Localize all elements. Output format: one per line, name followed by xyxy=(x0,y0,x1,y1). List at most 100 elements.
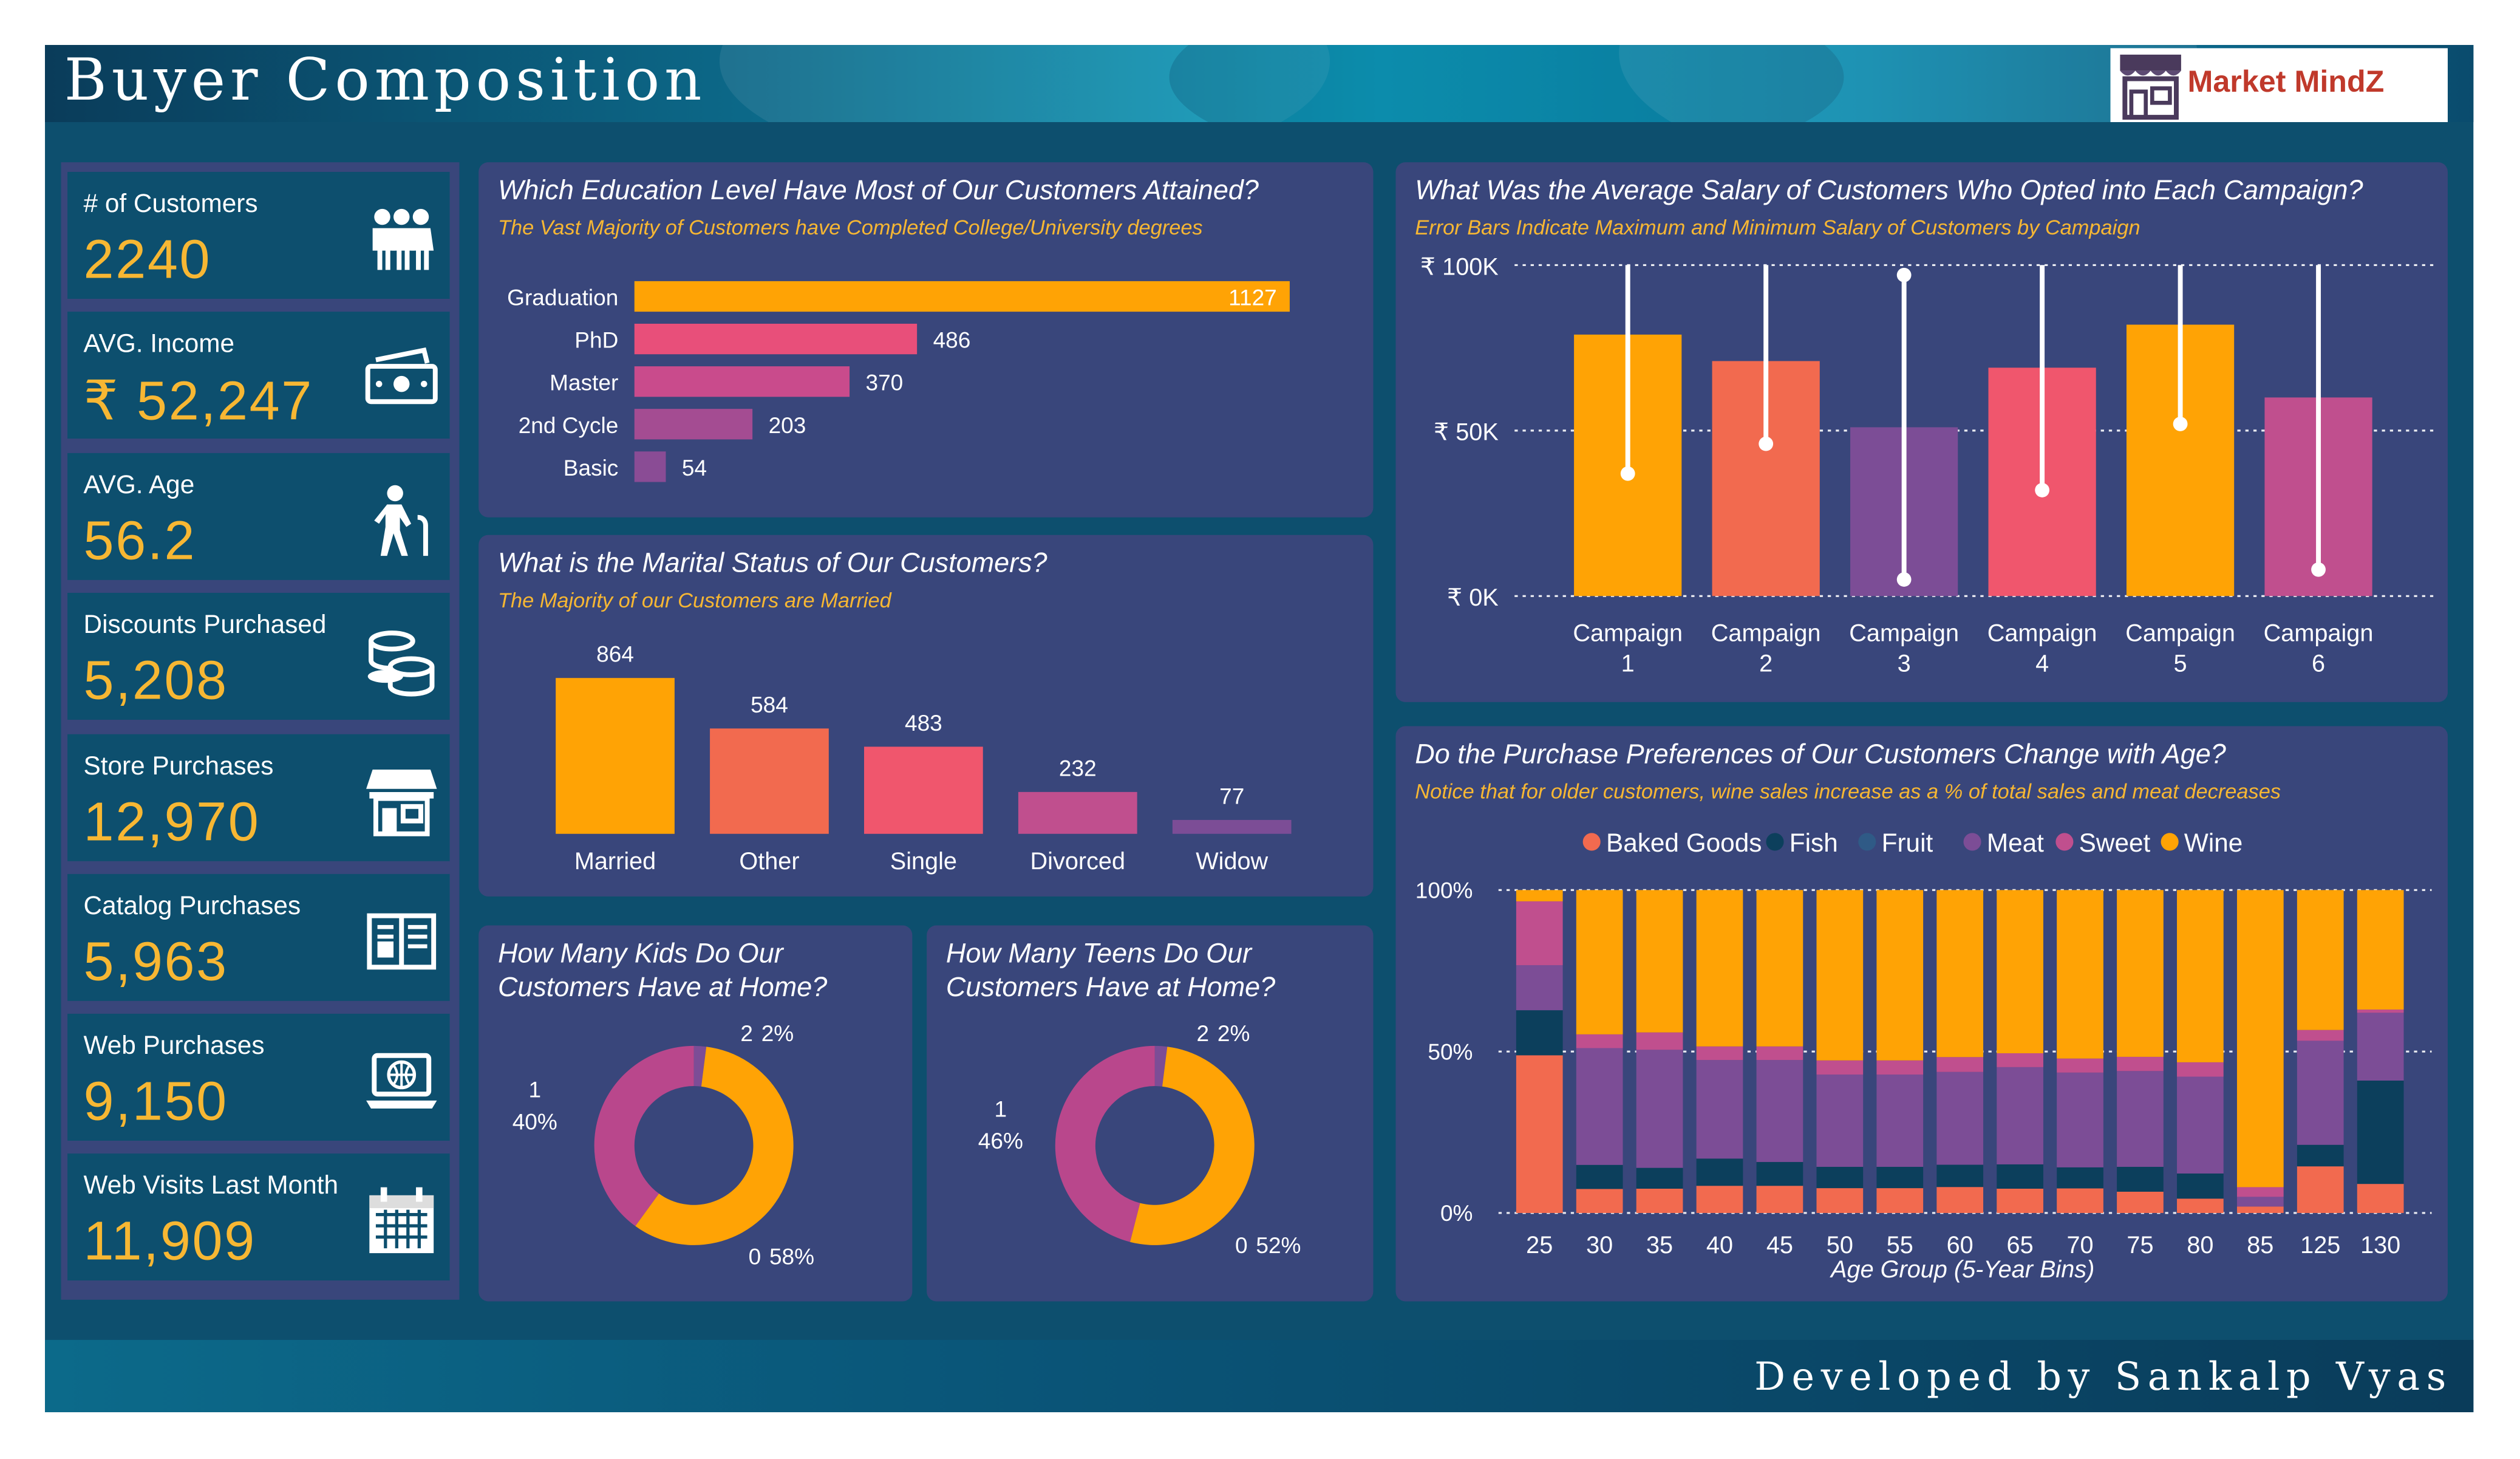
age-category-label: 65 xyxy=(2007,1232,2034,1259)
legend-label: Sweet xyxy=(2079,829,2151,857)
age-stack-segment xyxy=(1756,1162,1803,1186)
age-category-label: 40 xyxy=(1706,1232,1733,1259)
legend-label: Baked Goods xyxy=(1606,829,1762,857)
marital-chart: 864 Married 584 Other 483 Single 232 Divorced 77… xyxy=(556,641,1292,875)
age-stack-segment xyxy=(1997,1067,2043,1164)
kpi-value: 5,963 xyxy=(83,932,228,993)
laptop-globe-icon xyxy=(363,1043,440,1120)
education-category-label: 2nd Cycle xyxy=(519,412,619,438)
marital-value-label: 77 xyxy=(1219,783,1244,808)
age-stack-segment xyxy=(2357,1184,2404,1213)
donut-category-label: 2 xyxy=(1197,1020,1210,1046)
kpi-card: Web Purchases 9,150 xyxy=(67,1013,450,1141)
education-category-label: Master xyxy=(550,370,618,395)
kpi-label: Web Purchases xyxy=(83,1033,265,1061)
page-title: Buyer Composition xyxy=(64,48,707,114)
education-bar xyxy=(634,409,753,440)
calendar-icon xyxy=(363,1183,440,1260)
age-stack-segment xyxy=(1636,1032,1683,1050)
logo: Market MindZ xyxy=(2110,48,2448,123)
age-stack-segment xyxy=(1756,890,1803,1047)
kpi-card: AVG. Income ₹ 52,247 xyxy=(67,312,450,439)
education-category-label: Graduation xyxy=(507,285,618,310)
age-tick-label: 0% xyxy=(1440,1200,1473,1226)
age-stack-segment xyxy=(2177,1198,2224,1213)
footer-credit: Developed by Sankalp Vyas xyxy=(1754,1354,2453,1399)
age-stack-segment xyxy=(2117,1056,2164,1071)
salary-error-min-dot xyxy=(1620,466,1635,481)
people-icon xyxy=(363,201,440,278)
kpi-value: 2240 xyxy=(83,230,212,291)
kpi-value: 12,970 xyxy=(83,791,261,853)
store-logo-icon xyxy=(2120,54,2181,120)
age-stack-segment xyxy=(2117,1167,2164,1192)
kpi-value: 56.2 xyxy=(83,511,197,572)
age-stack-segment xyxy=(2117,1191,2164,1213)
kids-panel: How Many Kids Do Our Customers Have at H… xyxy=(478,925,913,1302)
education-value-label: 370 xyxy=(866,370,904,395)
age-stack-segment xyxy=(2177,1173,2224,1199)
age-stack-segment xyxy=(2236,1197,2284,1207)
donut-category-label: 2 xyxy=(740,1020,753,1046)
education-value-label: 203 xyxy=(769,412,806,438)
salary-panel: What Was the Average Salary of Customers… xyxy=(1395,162,2448,702)
age-stack-segment xyxy=(2357,1013,2404,1081)
age-category-label: 75 xyxy=(2127,1232,2153,1259)
marital-value-label: 584 xyxy=(751,692,788,717)
age-stack-segment xyxy=(1936,1164,1984,1187)
marital-category-label: Single xyxy=(890,848,957,875)
age-stack-segment xyxy=(1696,1186,1743,1213)
age-stack-segment xyxy=(2297,1040,2344,1145)
age-stack-segment xyxy=(1876,890,1924,1061)
age-stack-segment xyxy=(2117,890,2164,1057)
salary-category-number: 1 xyxy=(1621,651,1635,677)
donut-percent-label: 40% xyxy=(513,1109,557,1134)
age-stack-segment xyxy=(1876,1060,1924,1075)
teens-donut-chart: 0 52% 1 46% 2 2% xyxy=(978,1020,1301,1258)
kpi-value: ₹ 52,247 xyxy=(83,371,313,432)
legend-label: Fish xyxy=(1790,829,1838,857)
salary-error-min-dot xyxy=(1759,436,1774,451)
kpi-card: # of Customers 2240 xyxy=(67,172,450,299)
age-stack-segment xyxy=(2357,1081,2404,1184)
age-stack-segment xyxy=(1876,1188,1924,1213)
age-stack-segment xyxy=(2057,1167,2103,1189)
education-chart: Graduation 1127 PhD 486 Master 370 2nd Cycle 20… xyxy=(507,281,1290,482)
age-stack-segment xyxy=(2057,1058,2103,1073)
education-bar xyxy=(634,323,918,355)
age-stack-segment xyxy=(1936,1057,1984,1072)
age-stack-segment xyxy=(2297,890,2344,1030)
age-stack-segment xyxy=(1997,1188,2043,1213)
age-stack-segment xyxy=(1516,901,1563,965)
age-stack-segment xyxy=(1696,1060,1743,1159)
age-stack-segment xyxy=(1696,1046,1743,1061)
book-icon xyxy=(363,903,440,980)
donut-category-label: 1 xyxy=(995,1096,1007,1121)
legend-label: Meat xyxy=(1987,829,2044,857)
age-stack-segment xyxy=(2117,1071,2164,1167)
age-panel: Do the Purchase Preferences of Our Custo… xyxy=(1395,726,2448,1302)
salary-category-number: 2 xyxy=(1759,651,1773,677)
age-stack-segment xyxy=(1816,1167,1864,1189)
age-axis-title: Age Group (5-Year Bins) xyxy=(1830,1256,2094,1283)
age-stack-segment xyxy=(1816,1060,1864,1075)
age-stack-segment xyxy=(1576,1034,1623,1048)
money-icon xyxy=(363,341,440,418)
legend-swatch xyxy=(1963,833,1981,851)
kpi-value: 11,909 xyxy=(83,1211,256,1273)
age-category-label: 55 xyxy=(1887,1232,1913,1259)
marital-panel: What is the Marital Status of Our Custom… xyxy=(478,535,1374,897)
age-stack-segment xyxy=(2236,1187,2284,1197)
logo-text: Market MindZ xyxy=(2187,66,2385,100)
age-stack-segment xyxy=(2236,890,2284,1187)
donut-percent-label: 58% xyxy=(769,1244,814,1269)
age-stack-segment xyxy=(1636,1050,1683,1168)
age-stack-segment xyxy=(1816,1075,1864,1167)
kpi-card: Web Visits Last Month 11,909 xyxy=(67,1153,450,1281)
age-stack-segment xyxy=(2057,890,2103,1059)
marital-bar xyxy=(864,747,983,834)
age-stack-segment xyxy=(1576,1048,1623,1165)
donut-percent-label: 46% xyxy=(978,1128,1023,1153)
age-stack-segment xyxy=(2236,1206,2284,1213)
kpi-label: Store Purchases xyxy=(83,753,274,781)
